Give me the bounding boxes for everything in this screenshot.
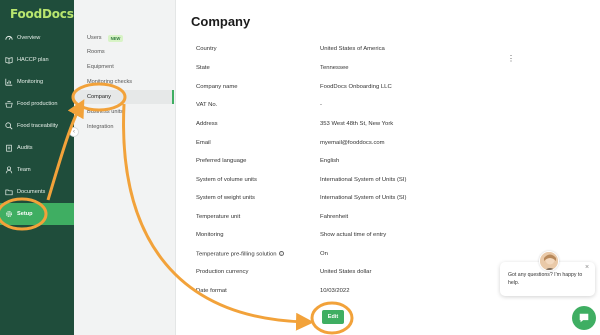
field-label: Temperature pre-filling solution i [196, 251, 284, 258]
clipboard-icon [5, 144, 13, 152]
field-value: International System of Units (SI) [320, 195, 407, 201]
field-value: Tennessee [320, 65, 349, 71]
field-value: 353 West 48th St, New York [320, 121, 394, 127]
submenu-item-label: Integration [87, 124, 114, 130]
field-row-monitoring: Monitoring Show actual time of entry [196, 232, 496, 242]
speedometer-icon [5, 34, 13, 42]
field-row-production-currency: Production currency United States dollar [196, 269, 496, 279]
field-label: Production currency [196, 269, 249, 275]
sidebar-item-team[interactable]: Team [0, 159, 74, 181]
sidebar-item-label: Overview [17, 35, 41, 41]
field-label-text: Temperature pre-filling solution [196, 251, 277, 258]
field-label: State [196, 65, 210, 71]
folder-icon [5, 188, 13, 196]
field-value: On [320, 251, 328, 257]
submenu-item-monitoring-checks[interactable]: Monitoring checks [74, 75, 174, 89]
field-row-vat-no: VAT No. - [196, 102, 496, 112]
field-value: English [320, 158, 340, 164]
sidebar-item-monitoring[interactable]: Monitoring [0, 71, 74, 93]
submenu-item-company[interactable]: Company [74, 90, 174, 104]
settings-submenu: Users NEW Rooms Equipment Monitoring che… [74, 0, 176, 335]
field-row-weight-units: System of weight units International Syst… [196, 195, 496, 205]
field-label: VAT No. [196, 102, 218, 108]
sidebar-item-label: HACCP plan [17, 57, 49, 63]
submenu-item-label: Business units [87, 109, 124, 115]
sidebar-item-label: Monitoring [17, 79, 44, 85]
cooking-pot-icon [5, 100, 13, 108]
submenu-item-label: Users [87, 35, 102, 41]
page-title: Company [191, 14, 251, 29]
close-icon[interactable]: × [585, 264, 589, 271]
field-row-email: Email myemail@fooddocs.com [196, 140, 496, 150]
field-label: Address [196, 121, 218, 127]
field-value: FoodDocs Onboarding LLC [320, 84, 392, 90]
submenu-item-users[interactable]: Users NEW [74, 31, 174, 45]
sidebar-item-label: Audits [17, 145, 33, 151]
submenu-item-label: Rooms [87, 49, 105, 55]
field-value: United States dollar [320, 269, 372, 275]
field-row-address: Address 353 West 48th St, New York [196, 121, 496, 131]
chat-message-text: Got any questions? I'm happy to help. [508, 272, 583, 286]
collapse-sidebar-button[interactable]: ‹ [69, 127, 79, 137]
chart-icon [5, 78, 13, 86]
sidebar-item-setup[interactable]: Setup [0, 203, 74, 225]
submenu-item-rooms[interactable]: Rooms [74, 45, 174, 59]
field-label: Temperature unit [196, 214, 241, 220]
submenu-item-integration[interactable]: Integration [74, 120, 174, 134]
field-row-temperature-unit: Temperature unit Fahrenheit [196, 214, 496, 224]
submenu-item-label: Company [87, 94, 111, 100]
sidebar-item-label: Food traceability [17, 123, 59, 129]
field-row-state: State Tennessee [196, 65, 496, 75]
field-label: Date format [196, 288, 227, 294]
field-value: 10/03/2022 [320, 288, 350, 294]
field-label: Email [196, 140, 211, 146]
search-icon [5, 122, 13, 130]
field-row-preferred-language: Preferred language English [196, 158, 496, 168]
sidebar-item-food-production[interactable]: Food production [0, 93, 74, 115]
new-badge: NEW [107, 34, 124, 42]
field-row-temperature-prefilling: Temperature pre-filling solution i On [196, 251, 496, 261]
book-icon [5, 56, 13, 64]
chat-icon [579, 313, 589, 323]
sidebar-item-label: Team [17, 167, 31, 173]
field-row-date-format: Date format 10/03/2022 [196, 288, 496, 298]
submenu-item-equipment[interactable]: Equipment [74, 60, 174, 74]
sidebar-item-label: Setup [17, 211, 33, 217]
gear-icon [5, 210, 13, 218]
field-value: myemail@fooddocs.com [320, 140, 385, 146]
sidebar-item-overview[interactable]: Overview [0, 27, 74, 49]
submenu-item-label: Equipment [87, 64, 114, 70]
field-label: Monitoring [196, 232, 224, 238]
sidebar-item-label: Food production [17, 101, 58, 107]
field-value: International System of Units (SI) [320, 177, 407, 183]
sidebar-item-haccp-plan[interactable]: HACCP plan [0, 49, 74, 71]
support-agent-avatar [539, 251, 559, 271]
field-value: - [320, 102, 322, 108]
field-value: United States of America [320, 46, 385, 52]
field-value: Show actual time of entry [320, 232, 387, 238]
submenu-item-label: Monitoring checks [87, 79, 133, 85]
field-row-company-name: Company name FoodDocs Onboarding LLC [196, 84, 496, 94]
edit-button[interactable]: Edit [322, 310, 344, 324]
field-label: Company name [196, 84, 238, 90]
person-icon [5, 166, 13, 174]
sidebar-item-documents[interactable]: Documents [0, 181, 74, 203]
sidebar-item-label: Documents [17, 189, 46, 195]
sidebar-item-food-traceability[interactable]: Food traceability [0, 115, 74, 137]
field-row-country: Country United States of America [196, 46, 496, 56]
main-sidebar: FoodDocs Overview HACCP plan Monitoring … [0, 0, 74, 335]
field-value: Fahrenheit [320, 214, 349, 220]
field-label: System of weight units [196, 195, 255, 201]
field-label: Country [196, 46, 217, 52]
field-label: System of volume units [196, 177, 257, 183]
more-options-icon[interactable]: ⋮ [507, 54, 515, 63]
fooddocs-logo[interactable]: FoodDocs [10, 7, 74, 21]
sidebar-item-audits[interactable]: Audits [0, 137, 74, 159]
field-row-volume-units: System of volume units International Syst… [196, 177, 496, 187]
field-label: Preferred language [196, 158, 247, 164]
submenu-item-business-units[interactable]: Business units [74, 105, 174, 119]
chat-launcher-button[interactable] [572, 306, 596, 330]
info-icon[interactable]: i [278, 251, 284, 256]
